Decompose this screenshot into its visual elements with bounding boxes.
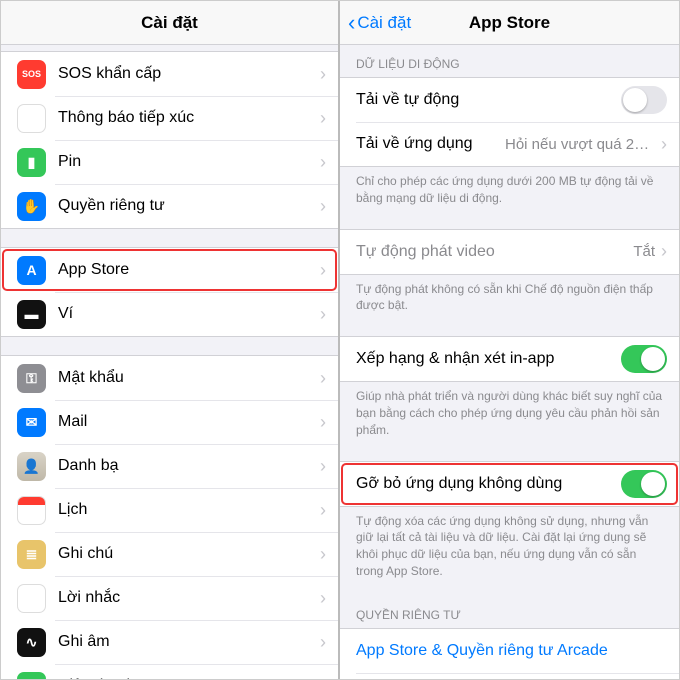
- row-label: SOS khẩn cấp: [58, 65, 320, 83]
- row-label: Thông báo tiếp xúc: [58, 109, 320, 127]
- calendar-icon: [17, 496, 46, 525]
- row-value: Tắt: [633, 243, 655, 260]
- section-footer: Tự động phát không có sẵn khi Chế độ ngu…: [340, 275, 679, 319]
- settings-root-pane: Cài đặt SOSSOS khẩn cấp›❋Thông báo tiếp …: [1, 1, 340, 679]
- appstore-header: ‹ Cài đặt App Store: [340, 1, 679, 45]
- reminders-icon: ⦿: [17, 584, 46, 613]
- row-label: Ghi chú: [58, 545, 320, 563]
- mail-icon: ✉: [17, 408, 46, 437]
- chevron-right-icon: ›: [320, 544, 326, 565]
- exposure-icon: ❋: [17, 104, 46, 133]
- section-footer: Giúp nhà phát triển và người dùng khác b…: [340, 382, 679, 442]
- row-label: Tải về tự động: [356, 91, 621, 109]
- chevron-right-icon: ›: [320, 260, 326, 281]
- settings-title: Cài đặt: [141, 13, 198, 33]
- row-label: App Store: [58, 261, 320, 279]
- settings-row-passwords[interactable]: ⚿ Mật khẩu›: [1, 356, 338, 400]
- settings-row-voicememo[interactable]: ∿ Ghi âm›: [1, 620, 338, 664]
- row-inapp-review[interactable]: Xếp hạng & nhận xét in-app: [340, 337, 679, 381]
- row-label: Gỡ bỏ ứng dụng không dùng: [356, 475, 621, 493]
- row-label: App Store & Quyền riêng tư Arcade: [356, 642, 667, 660]
- settings-row-contacts[interactable]: 👤 Danh bạ›: [1, 444, 338, 488]
- settings-row-exposure[interactable]: ❋ Thông báo tiếp xúc›: [1, 96, 338, 140]
- settings-row-calendar[interactable]: Lịch›: [1, 488, 338, 532]
- sos-icon: SOS: [17, 60, 46, 89]
- voicememo-icon: ∿: [17, 628, 46, 657]
- row-label: Mật khẩu: [58, 369, 320, 387]
- chevron-right-icon: ›: [661, 241, 667, 262]
- row-label: Điện thoại: [58, 677, 320, 679]
- toggle-inapp-review[interactable]: [621, 345, 667, 373]
- chevron-right-icon: ›: [320, 196, 326, 217]
- row-personalized[interactable]: Đề xuất được cá nhân hóa: [340, 673, 679, 679]
- toggle-auto-download[interactable]: [621, 86, 667, 114]
- appstore-title: App Store: [469, 13, 550, 33]
- settings-row-sos[interactable]: SOS SOS khẩn cấp›: [1, 52, 338, 96]
- phone-icon: ✆: [17, 672, 46, 680]
- settings-row-appstore[interactable]: A App Store›: [1, 248, 338, 292]
- chevron-right-icon: ›: [320, 368, 326, 389]
- row-auto-download[interactable]: Tải về tự động: [340, 78, 679, 122]
- row-app-download[interactable]: Tải về ứng dụngHỏi nếu vượt quá 200... ›: [340, 122, 679, 166]
- row-label: Lịch: [58, 501, 320, 519]
- chevron-right-icon: ›: [320, 588, 326, 609]
- back-label: Cài đặt: [357, 13, 411, 33]
- row-label: Tải về ứng dụng: [356, 135, 505, 153]
- row-offload[interactable]: Gỡ bỏ ứng dụng không dùng: [340, 462, 679, 506]
- row-label: Mail: [58, 413, 320, 431]
- row-label: Xếp hạng & nhận xét in-app: [356, 350, 621, 368]
- settings-row-reminders[interactable]: ⦿ Lời nhắc›: [1, 576, 338, 620]
- notes-icon: ≣: [17, 540, 46, 569]
- row-video-autoplay[interactable]: Tự động phát videoTắt ›: [340, 230, 679, 274]
- settings-row-wallet[interactable]: ▬ Ví›: [1, 292, 338, 336]
- row-privacy-arcade[interactable]: App Store & Quyền riêng tư Arcade: [340, 629, 679, 673]
- chevron-right-icon: ›: [320, 64, 326, 85]
- wallet-icon: ▬: [17, 300, 46, 329]
- row-label: Lời nhắc: [58, 589, 320, 607]
- row-label: Danh bạ: [58, 457, 320, 475]
- settings-header: Cài đặt: [1, 1, 338, 45]
- settings-row-battery[interactable]: ▮ Pin›: [1, 140, 338, 184]
- chevron-right-icon: ›: [320, 304, 326, 325]
- appstore-icon: A: [17, 256, 46, 285]
- chevron-left-icon: ‹: [348, 12, 355, 34]
- contacts-icon: 👤: [17, 452, 46, 481]
- chevron-right-icon: ›: [661, 134, 667, 155]
- chevron-right-icon: ›: [320, 456, 326, 477]
- privacy-icon: ✋: [17, 192, 46, 221]
- row-label: Ghi âm: [58, 633, 320, 651]
- section-header: DỮ LIỆU DI ĐỘNG: [340, 51, 679, 77]
- back-button[interactable]: ‹ Cài đặt: [348, 12, 411, 34]
- settings-row-phone[interactable]: ✆ Điện thoại›: [1, 664, 338, 679]
- section-footer: Chỉ cho phép các ứng dụng dưới 200 MB tự…: [340, 167, 679, 211]
- chevron-right-icon: ›: [320, 108, 326, 129]
- row-label: Quyền riêng tư: [58, 197, 320, 215]
- chevron-right-icon: ›: [320, 152, 326, 173]
- settings-row-notes[interactable]: ≣ Ghi chú›: [1, 532, 338, 576]
- row-label: Tự động phát video: [356, 243, 633, 261]
- settings-row-mail[interactable]: ✉ Mail›: [1, 400, 338, 444]
- appstore-settings-pane: ‹ Cài đặt App Store DỮ LIỆU DI ĐỘNG Tải v…: [340, 1, 679, 679]
- key-icon: ⚿: [17, 364, 46, 393]
- row-label: Ví: [58, 305, 320, 323]
- section-footer: Tự động xóa các ứng dụng không sử dụng, …: [340, 507, 679, 584]
- chevron-right-icon: ›: [320, 500, 326, 521]
- toggle-offload[interactable]: [621, 470, 667, 498]
- row-value: Hỏi nếu vượt quá 200...: [505, 136, 655, 153]
- battery-icon: ▮: [17, 148, 46, 177]
- section-header: QUYỀN RIÊNG TƯ: [340, 602, 679, 628]
- settings-row-privacy[interactable]: ✋ Quyền riêng tư›: [1, 184, 338, 228]
- chevron-right-icon: ›: [320, 632, 326, 653]
- chevron-right-icon: ›: [320, 412, 326, 433]
- row-label: Pin: [58, 153, 320, 171]
- chevron-right-icon: ›: [320, 676, 326, 680]
